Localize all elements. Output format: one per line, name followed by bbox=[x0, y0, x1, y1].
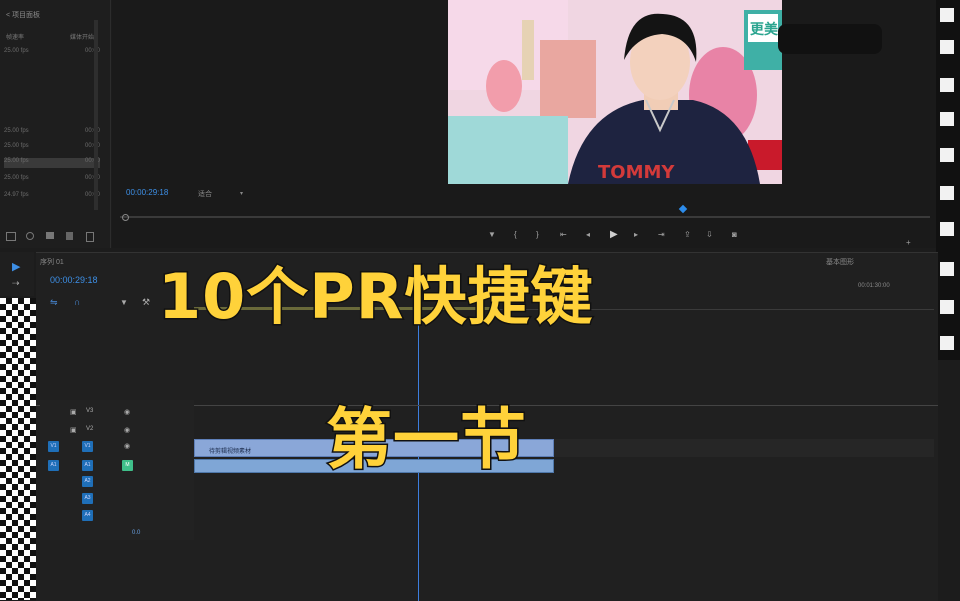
top-right-black-marks bbox=[778, 24, 882, 54]
track-v3[interactable]: V3 bbox=[86, 408, 93, 414]
tools-panel: ▶ ⇢ bbox=[0, 252, 34, 296]
camera-icon[interactable]: ◙ bbox=[732, 230, 737, 239]
project-col-start[interactable]: 媒体开始 bbox=[70, 32, 94, 41]
settings-icon[interactable]: + bbox=[906, 238, 911, 247]
go-to-in-icon[interactable]: ⇤ bbox=[560, 230, 567, 239]
master-value[interactable]: 0.0 bbox=[132, 530, 140, 536]
eye-icon[interactable]: ◉ bbox=[124, 426, 130, 434]
project-row[interactable]: 25.00 fps 00:00 bbox=[4, 48, 100, 58]
source-patch-v1[interactable]: V1 bbox=[48, 441, 59, 452]
film-square bbox=[940, 222, 954, 236]
source-patch-a1[interactable]: A1 bbox=[48, 460, 59, 471]
film-square bbox=[940, 148, 954, 162]
film-square bbox=[940, 40, 954, 54]
program-time-ruler[interactable] bbox=[120, 216, 930, 218]
right-panel-tab[interactable]: 基本图形 bbox=[826, 257, 854, 267]
step-forward-icon[interactable]: ▸ bbox=[634, 230, 638, 239]
program-playhead-marker[interactable] bbox=[678, 204, 688, 214]
video-scene: 更美 TOMMY bbox=[448, 0, 782, 184]
mark-out-icon[interactable]: } bbox=[536, 230, 539, 239]
project-scrollbar[interactable] bbox=[94, 20, 98, 210]
add-marker-icon[interactable]: ▼ bbox=[120, 298, 128, 307]
film-square bbox=[940, 336, 954, 350]
track-v1[interactable]: V1 bbox=[82, 441, 93, 452]
film-square bbox=[940, 300, 954, 314]
eye-icon[interactable]: ◉ bbox=[124, 442, 130, 450]
caption-line-1: 10个PR快捷键 bbox=[156, 259, 594, 335]
lock-icon[interactable]: ▣ bbox=[70, 426, 77, 434]
clip-label: 待剪辑视频素材 bbox=[209, 449, 252, 455]
film-square bbox=[940, 262, 954, 276]
timeline-timecode[interactable]: 00:00:29:18 bbox=[50, 275, 98, 285]
film-square bbox=[940, 8, 954, 22]
list-view-icon[interactable] bbox=[6, 232, 16, 241]
wrench-icon[interactable]: ⚒ bbox=[142, 297, 150, 308]
track-a4[interactable]: A4 bbox=[82, 510, 93, 521]
link-icon[interactable]: ∩ bbox=[74, 297, 80, 307]
project-row[interactable]: 25.00 fps 00:00 bbox=[4, 128, 100, 138]
track-a1[interactable]: A1 bbox=[82, 460, 93, 471]
project-row[interactable]: 25.00 fps 00:00 bbox=[4, 175, 100, 185]
play-icon[interactable]: ▶ bbox=[610, 229, 618, 240]
new-bin-icon[interactable] bbox=[46, 232, 54, 239]
lock-icon[interactable]: ▣ bbox=[70, 408, 77, 416]
film-square bbox=[940, 186, 954, 200]
add-marker-icon[interactable]: ▼ bbox=[488, 230, 496, 239]
project-row[interactable]: 24.97 fps 00:00 bbox=[4, 192, 100, 202]
selection-tool-icon[interactable]: ▶ bbox=[12, 260, 20, 273]
eye-icon[interactable]: ◉ bbox=[124, 408, 130, 416]
project-row[interactable]: 25.00 fps 00:00 bbox=[4, 143, 100, 153]
track-v2[interactable]: V2 bbox=[86, 426, 93, 432]
mark-in-icon[interactable]: { bbox=[514, 230, 517, 239]
ruler-end-time: 00:01:30:00 bbox=[858, 283, 890, 289]
shirt-text: TOMMY bbox=[598, 162, 675, 183]
right-film-strip bbox=[936, 0, 960, 360]
film-square bbox=[940, 112, 954, 126]
go-to-out-icon[interactable]: ⇥ bbox=[658, 230, 665, 239]
search-icon[interactable] bbox=[26, 232, 34, 240]
mute-button[interactable]: M bbox=[122, 460, 133, 471]
new-item-icon[interactable] bbox=[66, 232, 73, 240]
program-timecode[interactable]: 00:00:29:18 bbox=[126, 188, 168, 197]
project-col-name[interactable]: 帧速率 bbox=[6, 32, 24, 41]
chevron-down-icon[interactable]: ▾ bbox=[240, 190, 243, 197]
film-square bbox=[940, 78, 954, 92]
lift-icon[interactable]: ⇪ bbox=[684, 230, 691, 239]
snap-icon[interactable]: ⇋ bbox=[50, 297, 58, 308]
track-select-tool-icon[interactable]: ⇢ bbox=[12, 278, 20, 289]
program-video-frame: 更美 TOMMY bbox=[448, 0, 782, 184]
sequence-tab[interactable]: 序列 01 bbox=[40, 257, 64, 267]
track-headers: V3 V2 V1 V1 A1 A1 M A2 A3 A4 ◉ ◉ ◉ ▣ ▣ 0… bbox=[40, 400, 194, 540]
trash-icon[interactable] bbox=[86, 232, 94, 242]
left-checker-border bbox=[0, 298, 36, 600]
step-back-icon[interactable]: ◂ bbox=[586, 230, 590, 239]
project-row-selected[interactable]: 25.00 fps 00:00 bbox=[4, 158, 100, 168]
extract-icon[interactable]: ⇩ bbox=[706, 230, 713, 239]
fit-dropdown[interactable]: 适合 bbox=[198, 189, 212, 199]
ruler-start-marker[interactable] bbox=[122, 214, 129, 221]
track-a2[interactable]: A2 bbox=[82, 476, 93, 487]
caption-line-2: 第一节 bbox=[325, 400, 528, 480]
project-panel: < 项目面板 帧速率 媒体开始 25.00 fps 00:00 25.00 fps… bbox=[0, 0, 111, 248]
track-a3[interactable]: A3 bbox=[82, 493, 93, 504]
project-tab[interactable]: < 项目面板 bbox=[6, 10, 40, 20]
video-badge-text: 更美 bbox=[750, 21, 779, 38]
